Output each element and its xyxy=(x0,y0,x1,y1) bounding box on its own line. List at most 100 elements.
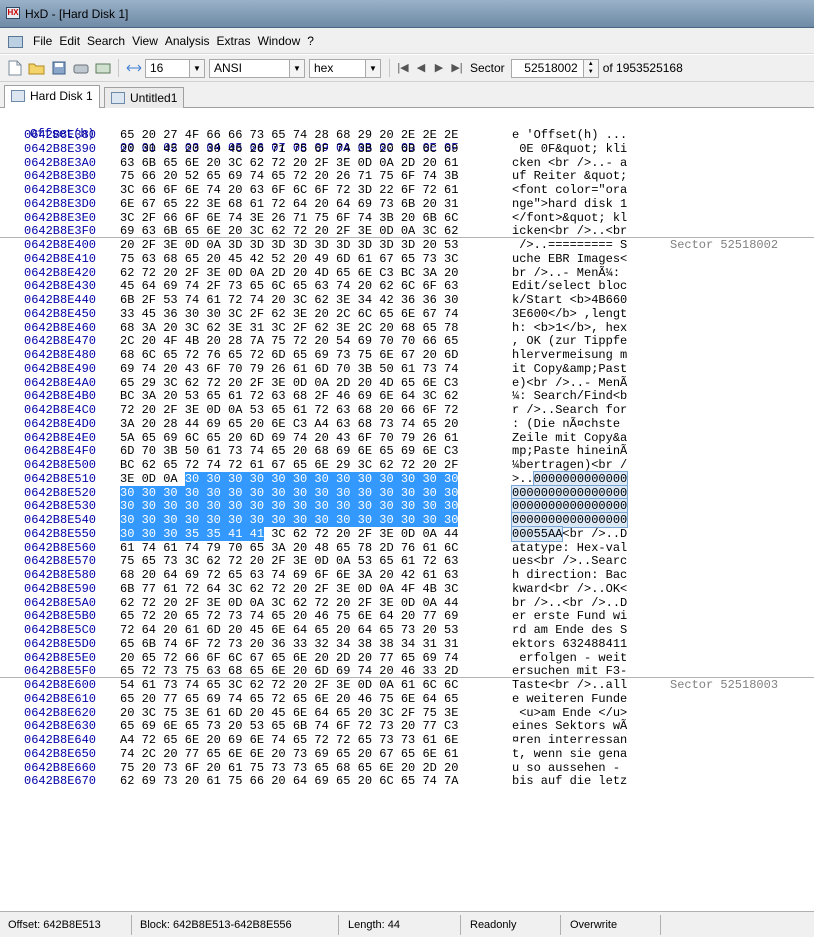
row-ascii-text[interactable]: eines Sektors wÃ xyxy=(512,719,627,733)
selected-ascii-text[interactable]: 0000000000000 xyxy=(532,471,629,487)
ascii-text[interactable]: ¼: Search/Find<b xyxy=(512,389,627,403)
next-sector-icon[interactable]: ▶ xyxy=(430,58,448,78)
selected-hex-bytes[interactable]: 30 30 30 30 30 30 30 30 30 30 30 30 30 3… xyxy=(120,513,459,527)
row-ascii-text[interactable]: <font color="ora xyxy=(512,183,627,197)
hex-bytes[interactable]: 20 3C 75 3E 61 6D 20 45 6E 64 65 20 3C 2… xyxy=(120,706,458,720)
row-ascii-text[interactable]: u so aussehen - xyxy=(512,761,627,775)
row-ascii-text[interactable]: , OK (zur Tippfe xyxy=(512,334,627,348)
ascii-text[interactable]: it Copy&amp;Past xyxy=(512,362,627,376)
row-ascii-text[interactable]: ¤ren interressan xyxy=(512,733,627,747)
row-hex-bytes[interactable]: 72 20 2F 3E 0D 0A 53 65 61 72 63 68 20 6… xyxy=(120,403,458,417)
row-ascii-text[interactable]: kward<br />..OK< xyxy=(512,582,627,596)
hex-row[interactable]: 0642B8E660 75 20 73 6F 20 61 75 73 73 65 … xyxy=(0,761,814,775)
hex-row[interactable]: 0642B8E490 69 74 20 43 6F 70 79 26 61 6D … xyxy=(0,362,814,376)
ascii-text[interactable]: />..========= S xyxy=(512,238,627,252)
row-hex-bytes[interactable]: 62 72 20 2F 3E 0D 0A 2D 20 4D 65 6E C3 B… xyxy=(120,266,458,280)
hex-row[interactable]: 0642B8E3A0 63 6B 65 6E 20 3C 62 72 20 2F … xyxy=(0,156,814,170)
hex-row[interactable]: 0642B8E570 75 65 73 3C 62 72 20 2F 3E 0D … xyxy=(0,554,814,568)
ascii-text[interactable]: cken <br />..- a xyxy=(512,156,627,170)
hex-bytes[interactable]: 2C 20 4F 4B 20 28 7A 75 72 20 54 69 70 7… xyxy=(120,334,458,348)
row-hex-bytes[interactable]: 20 3C 75 3E 61 6D 20 45 6E 64 65 20 3C 2… xyxy=(120,706,458,720)
row-ascii-text[interactable]: br />..- MenÃ¼: xyxy=(512,266,627,280)
row-hex-bytes[interactable]: 65 29 3C 62 72 20 2F 3E 0D 0A 2D 20 4D 6… xyxy=(120,376,458,390)
menu-edit[interactable]: Edit xyxy=(56,34,83,48)
row-ascii-text[interactable]: >..0000000000000 xyxy=(512,471,629,487)
hex-bytes[interactable]: 62 72 20 2F 3E 0D 0A 2D 20 4D 65 6E C3 B… xyxy=(120,266,458,280)
ascii-text[interactable]: e)<br />..- MenÃ xyxy=(512,376,627,390)
hex-bytes[interactable]: 6E 67 65 22 3E 68 61 72 64 20 64 69 73 6… xyxy=(120,197,458,211)
row-ascii-text[interactable]: 3E600</b> ,lengt xyxy=(512,307,627,321)
ascii-text[interactable]: Zeile mit Copy&a xyxy=(512,431,627,445)
row-hex-bytes[interactable]: 69 63 6B 65 6E 20 3C 62 72 20 2F 3E 0D 0… xyxy=(120,224,458,238)
row-hex-bytes[interactable]: 74 2C 20 77 65 6E 6E 20 73 69 65 20 67 6… xyxy=(120,747,458,761)
ascii-text[interactable]: <br />..D xyxy=(562,527,627,541)
hex-row[interactable]: 0642B8E5A0 62 72 20 2F 3E 0D 0A 3C 62 72 … xyxy=(0,596,814,610)
hex-bytes[interactable]: 65 29 3C 62 72 20 2F 3E 0D 0A 2D 20 4D 6… xyxy=(120,376,458,390)
hex-row[interactable]: 0642B8E610 65 20 77 65 69 74 65 72 65 6E … xyxy=(0,692,814,706)
selected-hex-bytes[interactable]: 30 30 30 30 30 30 30 30 30 30 30 30 30 3… xyxy=(120,486,459,500)
chevron-down-icon[interactable]: ▼ xyxy=(189,59,204,77)
row-hex-bytes[interactable]: 65 69 6E 65 73 20 53 65 6B 74 6F 72 73 2… xyxy=(120,719,458,733)
row-ascii-text[interactable]: ektors 632488411 xyxy=(512,637,627,651)
row-hex-bytes[interactable]: 75 66 20 52 65 69 74 65 72 20 26 71 75 6… xyxy=(120,169,458,183)
ascii-text[interactable]: u so aussehen - xyxy=(512,761,627,775)
tab-untitled1[interactable]: Untitled1 xyxy=(104,87,185,108)
hex-row[interactable]: 0642B8E3F0 69 63 6B 65 6E 20 3C 62 72 20 … xyxy=(0,224,814,238)
ascii-text[interactable]: >.. xyxy=(512,472,534,486)
row-ascii-text[interactable]: ¼bertragen)<br / xyxy=(512,458,627,472)
row-ascii-text[interactable]: 0000000000000000 xyxy=(510,485,629,501)
row-hex-bytes[interactable]: 20 65 72 66 6F 6C 67 65 6E 20 2D 20 77 6… xyxy=(120,651,458,665)
hex-bytes[interactable]: 65 72 20 65 72 73 74 65 20 46 75 6E 64 2… xyxy=(120,609,458,623)
row-hex-bytes[interactable]: 30 30 30 30 30 30 30 30 30 30 30 30 30 3… xyxy=(120,499,459,513)
row-hex-bytes[interactable]: 6B 77 61 72 64 3C 62 72 20 2F 3E 0D 0A 4… xyxy=(120,582,458,596)
row-hex-bytes[interactable]: 30 30 30 30 30 30 30 30 30 30 30 30 30 3… xyxy=(120,513,459,527)
row-hex-bytes[interactable]: 75 65 73 3C 62 72 20 2F 3E 0D 0A 53 65 6… xyxy=(120,554,458,568)
menu-window[interactable]: Window xyxy=(255,34,304,48)
new-file-icon[interactable] xyxy=(4,58,26,78)
hex-row[interactable]: 0642B8E5D0 65 6B 74 6F 72 73 20 36 33 32 … xyxy=(0,637,814,651)
bytes-per-row-combo[interactable]: 16 ▼ xyxy=(145,58,205,78)
row-hex-bytes[interactable]: 33 45 36 30 30 3C 2F 62 3E 20 2C 6C 65 6… xyxy=(120,307,458,321)
open-folder-icon[interactable] xyxy=(26,58,48,78)
row-ascii-text[interactable]: mp;Paste hineinÃ xyxy=(512,444,627,458)
ascii-text[interactable]: hlervermeisung m xyxy=(512,348,627,362)
hex-bytes[interactable]: 63 6B 65 6E 20 3C 62 72 20 2F 3E 0D 0A 2… xyxy=(120,156,458,170)
row-hex-bytes[interactable]: 6B 2F 53 74 61 72 74 20 3C 62 3E 34 42 3… xyxy=(120,293,458,307)
ascii-text[interactable]: h: <b>1</b>, hex xyxy=(512,321,627,335)
hex-bytes[interactable]: 68 3A 20 3C 62 3E 31 3C 2F 62 3E 2C 20 6… xyxy=(120,321,458,335)
row-ascii-text[interactable]: h direction: Bac xyxy=(512,568,627,582)
previous-sector-icon[interactable]: ◀ xyxy=(412,58,430,78)
row-hex-bytes[interactable]: 68 20 64 69 72 65 63 74 69 6F 6E 3A 20 4… xyxy=(120,568,458,582)
row-hex-bytes[interactable]: 6D 70 3B 50 61 73 74 65 20 68 69 6E 65 6… xyxy=(120,444,458,458)
ascii-text[interactable]: ¤ren interressan xyxy=(512,733,627,747)
hex-row[interactable]: 0642B8E510 3E 0D 0A 30 30 30 30 30 30 30 … xyxy=(0,471,814,487)
hex-row[interactable]: 0642B8E400 20 2F 3E 0D 0A 3D 3D 3D 3D 3D … xyxy=(0,238,814,252)
hex-row[interactable]: 0642B8E670 62 69 73 20 61 75 66 20 64 69 … xyxy=(0,774,814,788)
mdi-document-icon[interactable] xyxy=(6,33,24,49)
row-ascii-text[interactable]: e)<br />..- MenÃ xyxy=(512,376,627,390)
save-icon[interactable] xyxy=(48,58,70,78)
row-ascii-text[interactable]: nge">hard disk 1 xyxy=(512,197,627,211)
row-ascii-text[interactable]: <u>am Ende </u> xyxy=(512,706,627,720)
hex-bytes[interactable]: 68 20 64 69 72 65 63 74 69 6F 6E 3A 20 4… xyxy=(120,568,458,582)
row-hex-bytes[interactable]: 65 20 77 65 69 74 65 72 65 6E 20 46 75 6… xyxy=(120,692,458,706)
hex-row[interactable]: 0642B8E650 74 2C 20 77 65 6E 6E 20 73 69 … xyxy=(0,747,814,761)
row-ascii-text[interactable]: bis auf die letz xyxy=(512,774,627,788)
row-hex-bytes[interactable]: 65 72 20 65 72 73 74 65 20 46 75 6E 64 2… xyxy=(120,609,458,623)
hex-bytes[interactable]: A4 72 65 6E 20 69 6E 74 65 72 72 65 73 7… xyxy=(120,733,458,747)
menu-extras[interactable]: Extras xyxy=(214,34,254,48)
spin-up-down-icon[interactable]: ▲ ▼ xyxy=(582,59,598,77)
chevron-down-icon[interactable]: ▼ xyxy=(365,59,380,77)
ascii-text[interactable]: erfolgen - weit xyxy=(512,651,627,665)
charset-combo[interactable]: ANSI ▼ xyxy=(209,58,305,78)
ascii-text[interactable]: ues<br />..Searc xyxy=(512,554,627,568)
ascii-text[interactable]: Taste<br />..all xyxy=(512,678,627,692)
row-ascii-text[interactable]: ues<br />..Searc xyxy=(512,554,627,568)
hex-row[interactable]: 0642B8E410 75 63 68 65 20 45 42 52 20 49 … xyxy=(0,252,814,266)
ascii-text[interactable]: icken<br />..<br xyxy=(512,224,627,238)
ascii-text[interactable]: h direction: Bac xyxy=(512,568,627,582)
hex-bytes[interactable]: 3E 0D 0A xyxy=(120,472,185,486)
row-hex-bytes[interactable]: 65 6B 74 6F 72 73 20 36 33 32 34 38 38 3… xyxy=(120,637,458,651)
hex-row[interactable]: 0642B8E3B0 75 66 20 52 65 69 74 65 72 20 … xyxy=(0,169,814,183)
row-ascii-text[interactable]: k/Start <b>4B660 xyxy=(512,293,627,307)
